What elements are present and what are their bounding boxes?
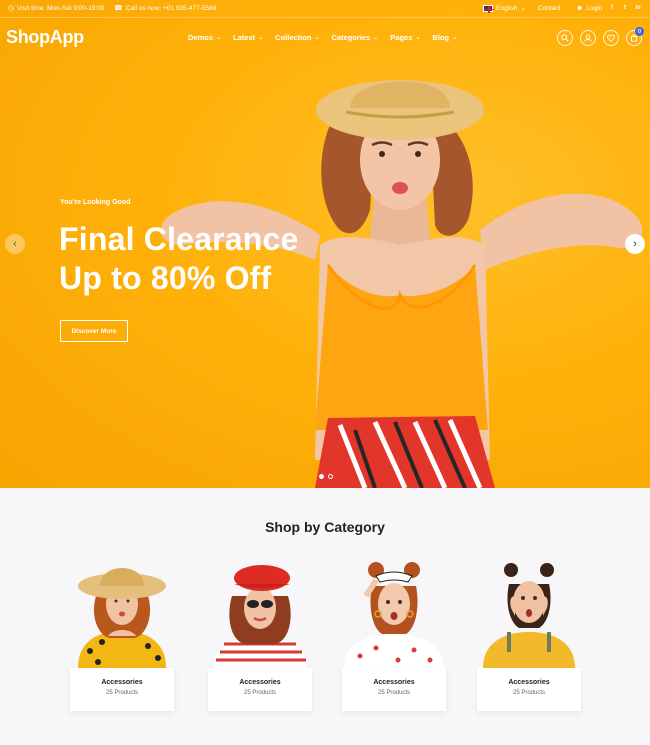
chevron-down-icon: ⌄ [415, 35, 421, 41]
account-button[interactable] [580, 30, 596, 46]
nav-item-collection[interactable]: Collection ⌄ [275, 33, 319, 42]
slider-next-button[interactable]: › [625, 234, 645, 254]
nav-item-latest[interactable]: Latest ⌄ [233, 33, 263, 42]
login-link[interactable]: ☻ Login [576, 5, 602, 12]
slider-prev-button[interactable]: ‹ [5, 234, 25, 254]
category-count: 25 Products [105, 690, 139, 696]
call-us[interactable]: ☎ Call us now: +01 035-477-5588 [114, 5, 216, 12]
search-button[interactable] [557, 30, 573, 46]
social-links: f t in [608, 4, 642, 12]
cart-count-badge: 0 [635, 27, 644, 36]
chevron-down-icon: ⌄ [216, 35, 222, 41]
category-card[interactable]: Accessories 25 Products [475, 556, 583, 711]
wishlist-button[interactable] [603, 30, 619, 46]
category-name[interactable]: Accessories [342, 679, 446, 686]
twitter-icon[interactable]: t [621, 4, 629, 12]
category-card[interactable]: Accessories 25 Products [340, 556, 448, 711]
linkedin-icon[interactable]: in [634, 4, 642, 12]
discover-more-button[interactable]: Discover More [60, 320, 128, 342]
category-card[interactable]: Accessories 25 Products [206, 556, 314, 711]
hero-banner: ◷ Visit time: Mon-Sat 9:00-19:00 ☎ Call … [0, 0, 650, 488]
hero-headline: Final Clearance Up to 80% Off [59, 220, 299, 298]
category-name[interactable]: Accessories [477, 679, 581, 686]
site-logo[interactable]: ShopApp [6, 27, 84, 48]
chevron-left-icon: ‹ [13, 238, 17, 250]
cart-button[interactable]: 0 [626, 27, 644, 46]
category-info: Accessories 25 Products [70, 668, 174, 711]
category-image-sunglasses-model [344, 562, 444, 668]
chevron-down-icon: ⌄ [314, 35, 320, 41]
category-name[interactable]: Accessories [70, 679, 174, 686]
hero-eyebrow: You're Looking Good [60, 199, 131, 206]
category-image-surprised-model [483, 563, 575, 668]
category-info: Accessories 25 Products [342, 668, 446, 711]
slider-dots [319, 474, 333, 479]
search-icon [561, 34, 569, 42]
chevron-down-icon: ⌄ [452, 35, 458, 41]
category-name[interactable]: Accessories [208, 679, 312, 686]
slider-dot-1[interactable] [319, 474, 324, 479]
nav-item-demos[interactable]: Demos ⌄ [188, 33, 221, 42]
flag-uk-icon [483, 5, 494, 13]
user-icon: ☻ [576, 5, 584, 12]
hero-headline-line-1: Final Clearance [59, 221, 299, 257]
top-bar: ◷ Visit time: Mon-Sat 9:00-19:00 ☎ Call … [0, 0, 650, 18]
category-image-hat-model [78, 568, 166, 668]
visit-time: ◷ Visit time: Mon-Sat 9:00-19:00 [8, 5, 105, 12]
nav-item-pages[interactable]: Pages ⌄ [390, 33, 420, 42]
category-card[interactable]: Accessories 25 Products [68, 556, 176, 711]
chevron-down-icon: ⌄ [258, 35, 264, 41]
chevron-right-icon: › [633, 238, 637, 250]
chevron-down-icon: ⌄ [373, 35, 379, 41]
category-count: 25 Products [377, 690, 411, 696]
heart-icon [607, 34, 615, 42]
category-info: Accessories 25 Products [208, 668, 312, 711]
nav-item-blog[interactable]: Blog ⌄ [432, 33, 457, 42]
chevron-down-icon: ⌄ [520, 5, 527, 12]
header-icons: 0 [557, 27, 644, 46]
account-icon [584, 34, 592, 42]
hero-headline-line-2: Up to 80% Off [59, 260, 272, 296]
facebook-icon[interactable]: f [608, 4, 616, 12]
category-image-beret-model [214, 565, 306, 668]
slider-dot-2[interactable] [328, 474, 333, 479]
main-nav: Demos ⌄ Latest ⌄ Collection ⌄ Categories ⌄ P… [188, 33, 457, 42]
category-count: 25 Products [512, 690, 546, 696]
category-count: 25 Products [243, 690, 277, 696]
phone-icon: ☎ [114, 5, 123, 12]
clock-icon: ◷ [8, 5, 15, 12]
contact-link[interactable]: Contact [538, 5, 560, 12]
section-title-shop-by-category: Shop by Category [265, 519, 385, 535]
language-selector[interactable]: English ⌄ [483, 5, 527, 13]
category-info: Accessories 25 Products [477, 668, 581, 711]
nav-item-categories[interactable]: Categories ⌄ [331, 33, 378, 42]
